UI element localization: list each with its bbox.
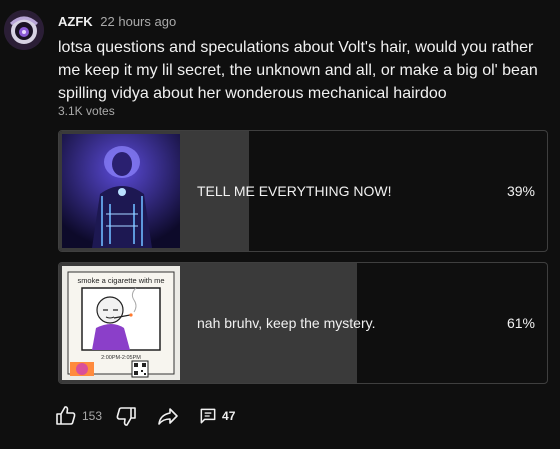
vote-count: 3.1K votes [58,104,115,118]
like-button[interactable]: 153 [54,404,102,428]
poll-option-2[interactable]: smoke a cigarette with me 2:00PM-2:05PM … [58,262,548,384]
avatar-image [4,10,44,50]
comments-count: 47 [222,409,236,423]
poll-option-percent: 61% [506,315,535,331]
like-count: 153 [82,409,103,423]
cyberpunk-character-image [62,134,180,248]
share-button[interactable] [156,404,180,428]
post-timestamp[interactable]: 22 hours ago [100,14,176,29]
thumbs-down-icon [116,407,136,426]
channel-avatar[interactable] [4,10,44,50]
author-name[interactable]: AZFK [58,14,93,29]
poll-option-image [62,134,180,248]
poll-option-percent: 39% [506,183,535,199]
poll-option-label: TELL ME EVERYTHING NOW! [197,183,392,199]
poll-option-1[interactable]: TELL ME EVERYTHING NOW! 39% [58,130,548,252]
post-text: lotsa questions and speculations about V… [58,39,538,102]
comment-icon [200,408,216,424]
share-icon [158,408,178,425]
post-actions: 153 47 [54,402,235,430]
sticker-caption: smoke a cigarette with me [77,276,164,285]
post-header: AZFK 22 hours ago [58,14,176,30]
comments-button[interactable]: 47 [198,406,235,426]
dislike-button[interactable] [114,404,138,428]
thumbs-up-icon [56,406,76,425]
smoke-sticker-image: smoke a cigarette with me 2:00PM-2:05PM [62,266,180,380]
sticker-time: 2:00PM-2:05PM [101,355,141,361]
poll-option-label: nah bruhv, keep the mystery. [197,315,376,331]
poll-option-image: smoke a cigarette with me 2:00PM-2:05PM [62,266,180,380]
